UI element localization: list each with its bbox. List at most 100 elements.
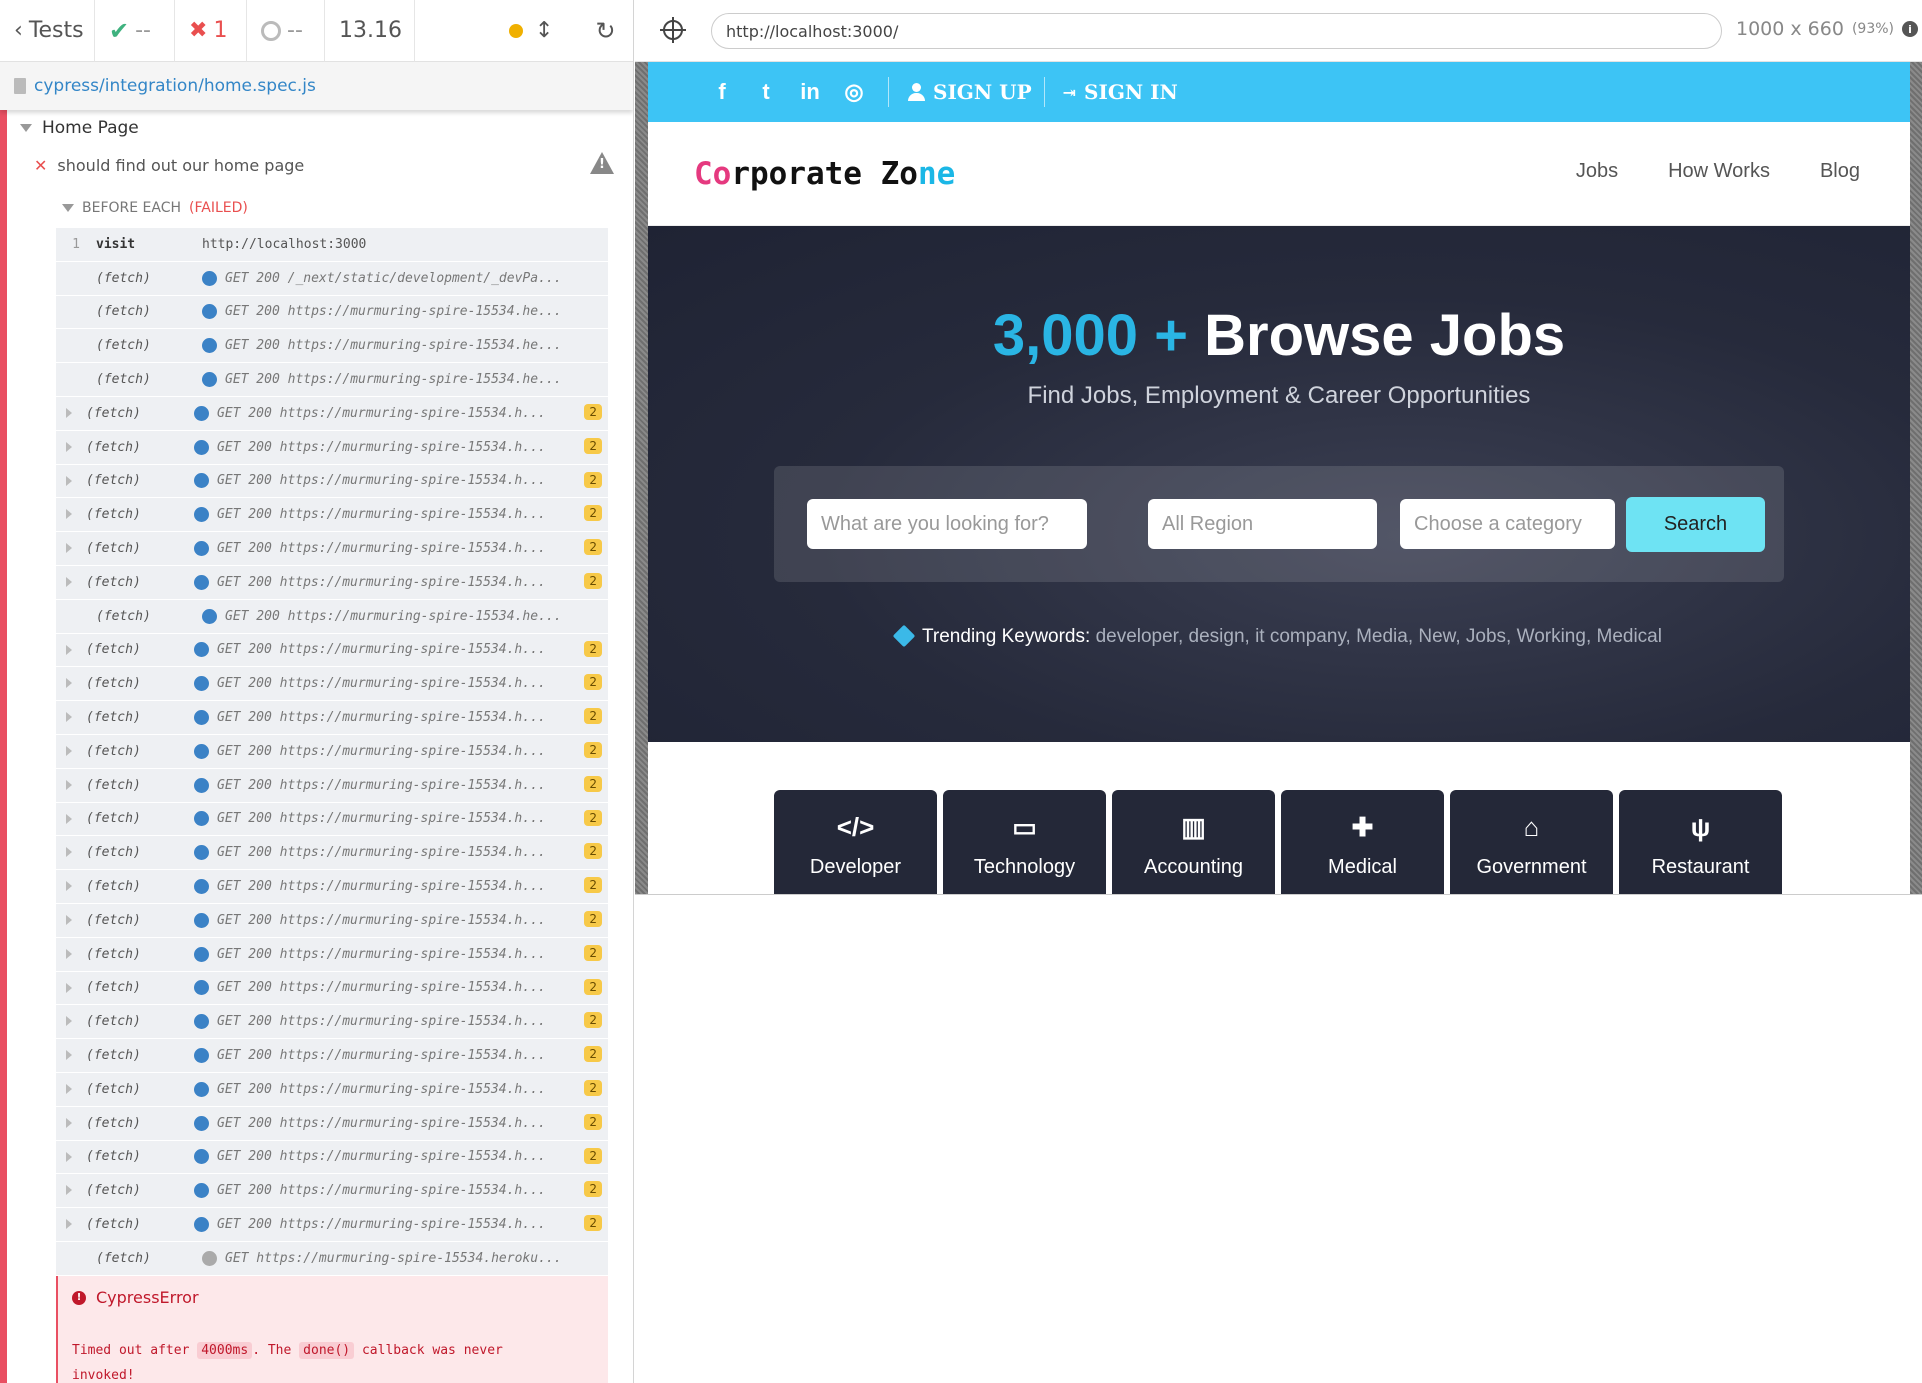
- keyword-input[interactable]: What are you looking for?: [807, 499, 1087, 549]
- spec-path-bar[interactable]: cypress/integration/home.spec.js: [0, 62, 633, 110]
- error-box[interactable]: ! CypressError Timed out after 4000ms. T…: [56, 1276, 608, 1383]
- command-row[interactable]: (fetch) GET https://murmuring-spire-15534…: [56, 1241, 608, 1276]
- expand-caret-icon[interactable]: [66, 813, 72, 824]
- command-row[interactable]: (fetch) GET 200 https://murmuring-spire-1…: [56, 971, 608, 1006]
- command-row[interactable]: (fetch) GET 200 https://murmuring-spire-1…: [56, 329, 608, 364]
- count-badge: 2: [584, 505, 602, 522]
- command-row[interactable]: (fetch) GET 200 https://murmuring-spire-1…: [56, 802, 608, 837]
- linkedin-icon[interactable]: in: [788, 79, 832, 105]
- expand-caret-icon[interactable]: [66, 1083, 72, 1094]
- expand-caret-icon[interactable]: [66, 1050, 72, 1061]
- command-row[interactable]: (fetch) GET 200 https://murmuring-spire-1…: [56, 701, 608, 735]
- command-message: GET 200 https://murmuring-spire-15534.he…: [202, 372, 608, 388]
- command-message: GET 200 https://murmuring-spire-15534.h.…: [194, 980, 608, 996]
- expand-caret-icon[interactable]: [66, 576, 72, 587]
- count-badge: 2: [584, 1079, 602, 1096]
- category-developer[interactable]: </> Developer: [774, 790, 937, 894]
- spec-path[interactable]: cypress/integration/home.spec.js: [34, 76, 316, 96]
- expand-caret-icon[interactable]: [66, 1016, 72, 1027]
- category-technology[interactable]: ▭ Technology: [943, 790, 1106, 894]
- command-row[interactable]: (fetch) GET 200 https://murmuring-spire-1…: [56, 464, 608, 499]
- expand-caret-icon[interactable]: [66, 678, 72, 689]
- expand-caret-icon[interactable]: [66, 982, 72, 993]
- request-status-dot-icon: [194, 946, 209, 962]
- command-row[interactable]: (fetch) GET 200 https://murmuring-spire-1…: [56, 396, 608, 431]
- command-row[interactable]: (fetch) GET 200 https://murmuring-spire-1…: [56, 565, 608, 600]
- expand-caret-icon[interactable]: [66, 1117, 72, 1128]
- instagram-icon[interactable]: ◎: [832, 79, 876, 105]
- count-badge: 2: [584, 944, 602, 961]
- category-accounting[interactable]: ▥ Accounting: [1112, 790, 1275, 894]
- command-row[interactable]: (fetch) GET 200 https://murmuring-spire-1…: [56, 1208, 608, 1242]
- command-row[interactable]: (fetch) GET 200 https://murmuring-spire-1…: [56, 430, 608, 465]
- region-select[interactable]: All Region: [1148, 499, 1377, 549]
- category-restaurant[interactable]: ψ Restaurant: [1619, 790, 1782, 894]
- twitter-icon[interactable]: t: [744, 79, 788, 105]
- warning-icon[interactable]: [590, 152, 614, 174]
- expand-caret-icon[interactable]: [66, 644, 72, 655]
- expand-caret-icon[interactable]: [66, 745, 72, 756]
- expand-caret-icon[interactable]: [66, 779, 72, 790]
- command-row[interactable]: (fetch) GET 200 https://murmuring-spire-1…: [56, 1106, 608, 1141]
- command-row[interactable]: (fetch) GET 200 https://murmuring-spire-1…: [56, 532, 608, 566]
- user-icon: [907, 83, 925, 101]
- category-government[interactable]: ⌂ Government: [1450, 790, 1613, 894]
- search-button[interactable]: Search: [1626, 497, 1765, 552]
- command-row[interactable]: (fetch) GET 200 https://murmuring-spire-1…: [56, 903, 608, 938]
- sign-in-link[interactable]: ⇥ SIGN IN: [1063, 80, 1178, 104]
- expand-caret-icon[interactable]: [66, 407, 72, 418]
- expand-caret-icon[interactable]: [66, 914, 72, 925]
- command-row[interactable]: (fetch) GET 200 https://murmuring-spire-1…: [56, 870, 608, 904]
- command-message-text: GET 200 https://murmuring-spire-15534.h.…: [217, 439, 546, 455]
- expand-caret-icon[interactable]: [66, 543, 72, 554]
- auto-scroll-icon[interactable]: ↕: [535, 18, 553, 43]
- command-row[interactable]: (fetch) GET 200 https://murmuring-spire-1…: [56, 599, 608, 634]
- test-title[interactable]: ✕ should find out our home page: [34, 152, 614, 175]
- command-row[interactable]: (fetch) GET 200 https://murmuring-spire-1…: [56, 1174, 608, 1209]
- expand-caret-icon[interactable]: [66, 475, 72, 486]
- command-message-text: GET 200 https://murmuring-spire-15534.h.…: [217, 845, 546, 861]
- info-icon[interactable]: i: [1902, 21, 1918, 37]
- tag-icon: [892, 624, 916, 648]
- facebook-icon[interactable]: f: [700, 79, 744, 105]
- selector-playground-icon[interactable]: [660, 17, 686, 43]
- expand-caret-icon[interactable]: [66, 1185, 72, 1196]
- command-row[interactable]: (fetch) GET 200 https://murmuring-spire-1…: [56, 937, 608, 972]
- command-row[interactable]: (fetch) GET 200 https://murmuring-spire-1…: [56, 734, 608, 769]
- nav-how-works[interactable]: How Works: [1668, 160, 1770, 183]
- command-row[interactable]: (fetch) GET 200 https://murmuring-spire-1…: [56, 363, 608, 397]
- url-bar[interactable]: http://localhost:3000/: [711, 13, 1722, 49]
- expand-caret-icon[interactable]: [66, 441, 72, 452]
- command-row[interactable]: (fetch) GET 200 https://murmuring-spire-1…: [56, 768, 608, 803]
- nav-jobs[interactable]: Jobs: [1576, 160, 1618, 183]
- nav-blog[interactable]: Blog: [1820, 160, 1860, 183]
- logo[interactable]: Corporate Zone: [694, 156, 955, 192]
- expand-caret-icon[interactable]: [66, 1219, 72, 1230]
- command-row[interactable]: (fetch) GET 200 https://murmuring-spire-1…: [56, 1039, 608, 1073]
- expand-caret-icon[interactable]: [66, 712, 72, 723]
- command-row[interactable]: (fetch) GET 200 https://murmuring-spire-1…: [56, 667, 608, 702]
- category-select[interactable]: Choose a category: [1400, 499, 1615, 549]
- command-row[interactable]: (fetch) GET 200 https://murmuring-spire-1…: [56, 1005, 608, 1040]
- hook-title[interactable]: BEFORE EACH (FAILED): [62, 200, 248, 216]
- category-medical[interactable]: ✚ Medical: [1281, 790, 1444, 894]
- command-row[interactable]: (fetch) GET 200 https://murmuring-spire-1…: [56, 1140, 608, 1175]
- command-row[interactable]: 1 visit http://localhost:3000: [56, 228, 608, 262]
- command-row[interactable]: (fetch) GET 200 https://murmuring-spire-1…: [56, 633, 608, 668]
- command-row[interactable]: (fetch) GET 200 https://murmuring-spire-1…: [56, 295, 608, 330]
- expand-caret-icon[interactable]: [66, 1151, 72, 1162]
- tests-back-button[interactable]: ‹ Tests: [0, 0, 95, 62]
- request-status-dot-icon: [194, 676, 209, 692]
- command-row[interactable]: (fetch) GET 200 https://murmuring-spire-1…: [56, 1072, 608, 1107]
- sign-up-link[interactable]: SIGN UP: [907, 80, 1032, 104]
- suite-title[interactable]: Home Page: [20, 118, 139, 138]
- command-message: GET 200 https://murmuring-spire-15534.h.…: [194, 1217, 608, 1232]
- restart-button[interactable]: ↻: [581, 0, 629, 62]
- command-row[interactable]: (fetch) GET 200 https://murmuring-spire-1…: [56, 836, 608, 871]
- expand-caret-icon[interactable]: [66, 509, 72, 520]
- expand-caret-icon[interactable]: [66, 847, 72, 858]
- expand-caret-icon[interactable]: [66, 948, 72, 959]
- expand-caret-icon[interactable]: [66, 881, 72, 892]
- command-row[interactable]: (fetch) GET 200 /_next/static/development…: [56, 261, 608, 296]
- command-row[interactable]: (fetch) GET 200 https://murmuring-spire-1…: [56, 498, 608, 533]
